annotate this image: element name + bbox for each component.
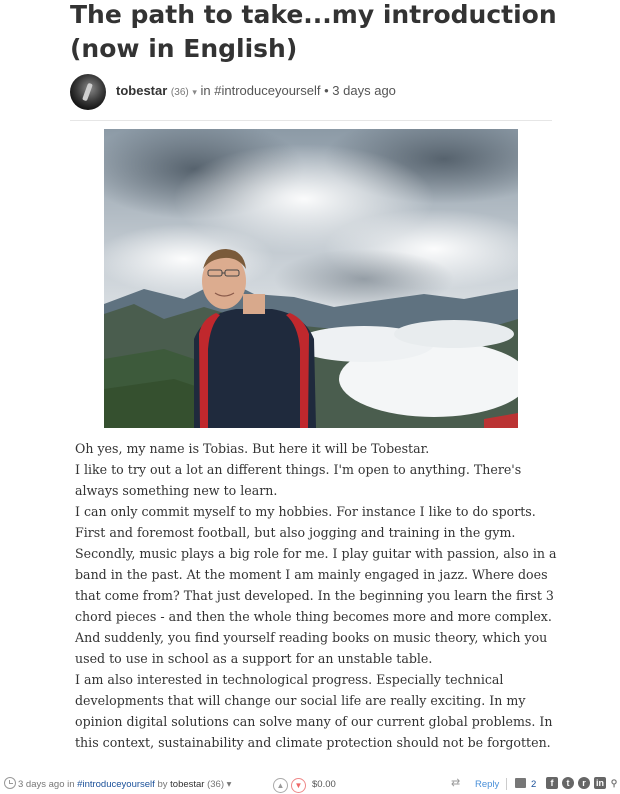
post-time: 3 days ago	[332, 83, 396, 98]
in-label: in	[200, 83, 211, 98]
downvote-icon[interactable]: ▼	[291, 778, 306, 793]
upvote-icon[interactable]: ▲	[273, 778, 288, 793]
footer-meta: 3 days ago in #introduceyourself by tobe…	[18, 779, 231, 790]
comment-count[interactable]: 2	[531, 779, 536, 790]
payout-value[interactable]: $0.00	[312, 779, 336, 790]
post-photo	[104, 129, 518, 428]
body-paragraph: I like to try out a lot an different thi…	[75, 462, 522, 498]
author-menu-chevron-icon[interactable]: ▾	[192, 87, 197, 97]
linkedin-icon[interactable]: in	[594, 777, 606, 789]
comment-icon[interactable]	[515, 778, 526, 788]
footer-by-label: by	[157, 779, 168, 790]
clock-icon	[4, 777, 16, 789]
body-paragraph: I am also interested in technological pr…	[75, 672, 553, 750]
post-title: The path to take...my introduction (now …	[70, 0, 557, 63]
reply-button[interactable]: Reply	[475, 779, 499, 790]
reddit-icon[interactable]: r	[578, 777, 590, 789]
footer-in-label: in	[67, 779, 75, 790]
header-divider	[70, 120, 552, 121]
body-paragraph: Oh yes, my name is Tobias. But here it w…	[75, 441, 430, 456]
post-meta: tobestar (36) ▾ in #introduceyourself • …	[116, 83, 396, 98]
post-footer: 3 days ago in #introduceyourself by tobe…	[0, 774, 620, 794]
author-reputation: (36)	[170, 87, 189, 98]
footer-author-chevron-icon[interactable]: ▾	[227, 779, 232, 790]
footer-author-link[interactable]: tobestar	[170, 779, 204, 790]
resteem-icon[interactable]: ⇄	[451, 776, 460, 789]
category-link[interactable]: #introduceyourself	[214, 83, 320, 98]
footer-separator	[506, 778, 507, 790]
bullet: •	[324, 83, 329, 98]
post-author-row: tobestar (36) ▾ in #introduceyourself • …	[70, 72, 550, 110]
author-name[interactable]: tobestar	[116, 83, 167, 98]
post-body: Oh yes, my name is Tobias. But here it w…	[75, 438, 560, 753]
body-paragraph: I can only commit myself to my hobbies. …	[75, 504, 536, 540]
twitter-icon[interactable]: t	[562, 777, 574, 789]
footer-author-reputation: (36)	[207, 779, 225, 790]
footer-time: 3 days ago	[18, 779, 65, 790]
link-icon[interactable]: ⚲	[610, 777, 618, 789]
body-paragraph: Secondly, music plays a big role for me.…	[75, 546, 557, 666]
author-avatar[interactable]	[70, 74, 106, 110]
footer-category-link[interactable]: #introduceyourself	[77, 779, 155, 790]
facebook-icon[interactable]: f	[546, 777, 558, 789]
